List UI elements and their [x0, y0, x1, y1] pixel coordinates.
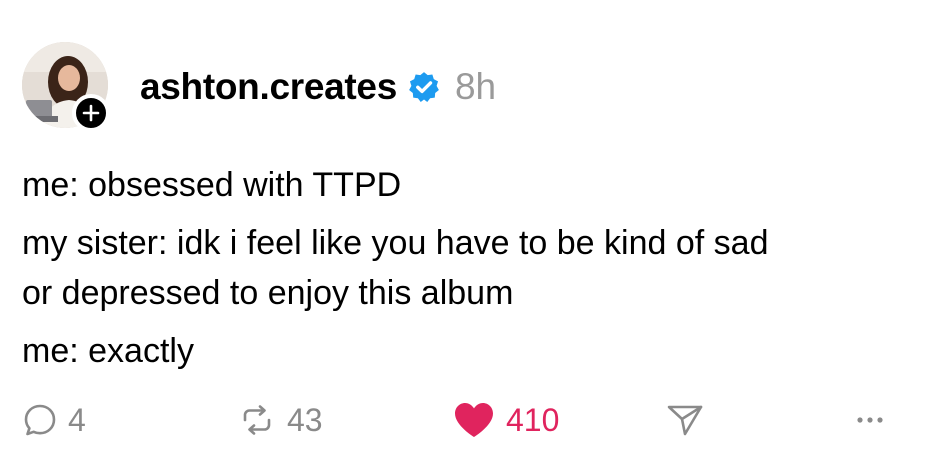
post-text: me: obsessed with TTPD my sister: idk i … [22, 160, 902, 376]
speech-bubble-icon [24, 404, 56, 436]
reply-button[interactable]: 4 [22, 395, 86, 445]
more-options-button[interactable] [855, 395, 885, 445]
repost-count: 43 [287, 401, 323, 438]
verified-badge-icon [407, 70, 441, 104]
action-bar: 4 43 410 [0, 395, 927, 445]
paper-plane-icon [667, 405, 703, 436]
plus-icon [82, 104, 100, 122]
ellipsis-icon [857, 417, 883, 423]
post-timestamp: 8h [454, 66, 497, 107]
thread-post: ashton.creates 8h me: obsessed with TTPD… [0, 0, 927, 466]
post-text-line: my sister: idk i feel like you have to b… [22, 224, 769, 262]
post-text-line: me: obsessed with TTPD [22, 166, 402, 204]
like-button[interactable]: 410 [452, 395, 559, 445]
reply-count: 4 [68, 401, 86, 438]
share-button[interactable] [665, 395, 705, 445]
post-text-line: me: exactly [22, 332, 194, 370]
username-link[interactable]: ashton.creates [140, 66, 397, 108]
avatar-container [22, 42, 110, 132]
repost-arrows-icon [243, 405, 271, 435]
repost-button[interactable]: 43 [237, 395, 323, 445]
post-text-line: or depressed to enjoy this album [22, 274, 514, 312]
heart-icon [455, 403, 493, 437]
like-count: 410 [506, 401, 560, 438]
post-header: ashton.creates 8h [140, 62, 496, 112]
follow-button[interactable] [72, 94, 110, 132]
